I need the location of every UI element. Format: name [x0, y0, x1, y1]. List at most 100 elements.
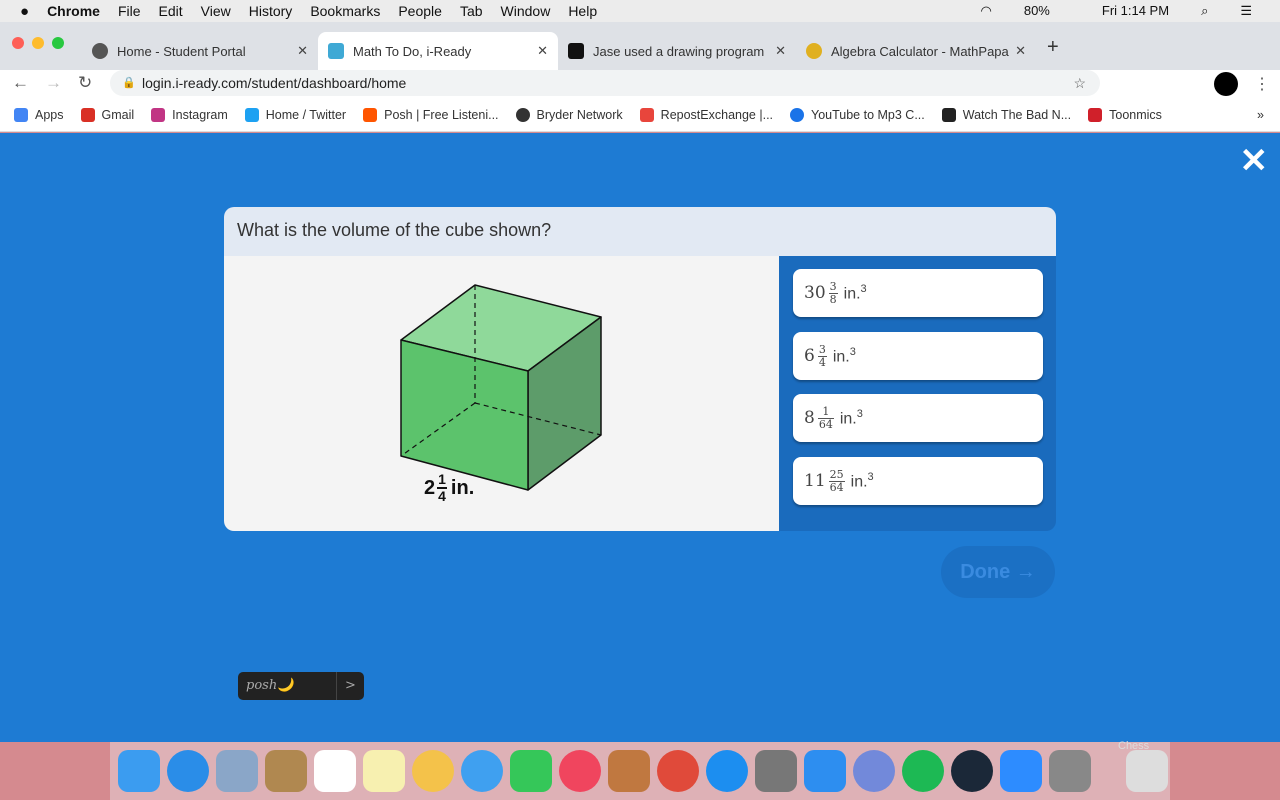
- menu-tab[interactable]: Tab: [460, 3, 483, 19]
- close-tab-icon[interactable]: ✕: [297, 43, 308, 59]
- close-tab-icon[interactable]: ✕: [1015, 43, 1026, 59]
- forward-icon[interactable]: →: [45, 73, 62, 93]
- wifi-icon[interactable]: ◠: [981, 3, 992, 19]
- tab-iready[interactable]: Math To Do, i-Ready ✕: [318, 32, 558, 70]
- messages-icon[interactable]: [461, 750, 503, 792]
- bookmark-apps[interactable]: Apps: [14, 107, 64, 122]
- bryder-icon: [515, 107, 530, 122]
- window-controls: [12, 37, 64, 49]
- music-icon[interactable]: [559, 750, 601, 792]
- calculator-icon[interactable]: [1049, 750, 1091, 792]
- globe-icon: [92, 43, 108, 59]
- address-bar: ← → ↻ 🔒 login.i-ready.com/student/dashbo…: [0, 70, 1280, 98]
- bookmark-posh[interactable]: Posh | Free Listeni...: [363, 107, 499, 122]
- close-window-button[interactable]: [12, 37, 24, 49]
- bookmark-repostexchange[interactable]: RepostExchange |...: [639, 107, 773, 122]
- menu-bar: ● Chrome File Edit View History Bookmark…: [0, 0, 1280, 22]
- menu-help[interactable]: Help: [568, 3, 597, 19]
- back-icon[interactable]: ←: [12, 73, 29, 93]
- cube-diagram: [400, 284, 602, 491]
- download-icon: [790, 107, 805, 122]
- bookmark-bryder[interactable]: Bryder Network: [515, 107, 623, 122]
- tumblr-icon: [941, 107, 956, 122]
- menu-people[interactable]: People: [398, 3, 442, 19]
- profile-avatar[interactable]: [1214, 72, 1238, 96]
- bookmark-youtube-mp3[interactable]: YouTube to Mp3 C...: [790, 107, 925, 122]
- done-button[interactable]: Done →: [941, 546, 1055, 598]
- menu-icon[interactable]: ☰: [1240, 3, 1252, 19]
- chrome-icon[interactable]: [657, 750, 699, 792]
- iready-icon: [328, 43, 344, 59]
- soundcloud-icon: [363, 107, 378, 122]
- menu-history[interactable]: History: [249, 3, 293, 19]
- menu-edit[interactable]: Edit: [159, 3, 183, 19]
- reload-icon[interactable]: ↻: [78, 73, 92, 93]
- notes-icon[interactable]: [363, 750, 405, 792]
- answer-option-3[interactable]: 8 1 64 in.3: [793, 394, 1043, 442]
- edge-length-label: 2 14 in.: [424, 471, 475, 504]
- more-icon[interactable]: ⋮: [1254, 74, 1270, 94]
- facetime-icon[interactable]: [510, 750, 552, 792]
- apps-icon: [14, 107, 28, 122]
- question-text: What is the volume of the cube shown?: [224, 207, 1056, 256]
- answer-option-4[interactable]: 11 25 64 in.3: [793, 457, 1043, 505]
- trash-icon[interactable]: [1126, 750, 1169, 792]
- menu-file[interactable]: File: [118, 3, 141, 19]
- url-input[interactable]: 🔒 login.i-ready.com/student/dashboard/ho…: [110, 70, 1100, 96]
- clock[interactable]: Fri 1:14 PM: [1102, 3, 1169, 19]
- posh-widget[interactable]: posh🌙 >: [238, 672, 364, 700]
- close-lesson-icon[interactable]: ✕: [1240, 141, 1269, 181]
- menu-view[interactable]: View: [201, 3, 231, 19]
- bookmark-gmail[interactable]: Gmail: [80, 107, 134, 122]
- mathpapa-icon: [806, 43, 822, 59]
- minimize-window-button[interactable]: [32, 37, 44, 49]
- bookmarks-bar: Apps Gmail Instagram Home / Twitter Posh…: [0, 98, 1280, 132]
- more-bookmarks-icon[interactable]: »: [1257, 108, 1264, 122]
- tab-student-portal[interactable]: Home - Student Portal ✕: [82, 32, 318, 70]
- photos-icon[interactable]: [412, 750, 454, 792]
- search-icon[interactable]: ⌕: [1201, 3, 1208, 19]
- apple-icon[interactable]: ●: [20, 3, 29, 20]
- tab-bar: Home - Student Portal ✕ Math To Do, i-Rea…: [0, 22, 1280, 70]
- tab-brainly[interactable]: Jase used a drawing program c ✕: [558, 32, 796, 70]
- bookmark-watch[interactable]: Watch The Bad N...: [941, 107, 1071, 122]
- twitter-icon: [244, 107, 259, 122]
- maximize-window-button[interactable]: [52, 37, 64, 49]
- calendar-icon[interactable]: [314, 750, 356, 792]
- lock-icon: 🔒: [122, 77, 136, 89]
- mail-icon[interactable]: [216, 750, 258, 792]
- menu-bookmarks[interactable]: Bookmarks: [310, 3, 380, 19]
- close-tab-icon[interactable]: ✕: [775, 43, 786, 59]
- system-preferences-icon[interactable]: [755, 750, 797, 792]
- iready-page: ✕ What is the volume of the cube shown? …: [0, 133, 1280, 742]
- app-store-icon[interactable]: [706, 750, 748, 792]
- tab-mathpapa[interactable]: Algebra Calculator - MathPapa ✕: [796, 32, 1036, 70]
- finder-icon[interactable]: [118, 750, 160, 792]
- safari-icon[interactable]: [167, 750, 209, 792]
- menu-app[interactable]: Chrome: [47, 3, 100, 19]
- bookmark-star-icon[interactable]: ☆: [1073, 70, 1086, 96]
- zoom-icon[interactable]: [1000, 750, 1042, 792]
- battery-text[interactable]: 80%: [1024, 3, 1050, 19]
- roblox-icon[interactable]: [804, 750, 846, 792]
- discord-icon[interactable]: [853, 750, 895, 792]
- gmail-icon: [80, 107, 95, 122]
- garageband-icon[interactable]: [608, 750, 650, 792]
- contacts-icon[interactable]: [265, 750, 307, 792]
- new-tab-button[interactable]: +: [1047, 36, 1059, 59]
- question-card: What is the volume of the cube shown? 2 …: [224, 207, 1056, 531]
- answer-option-1[interactable]: 30 3 8 in.3: [793, 269, 1043, 317]
- dock: Chess: [110, 740, 1170, 800]
- spotify-icon[interactable]: [902, 750, 944, 792]
- menu-window[interactable]: Window: [501, 3, 551, 19]
- bookmark-instagram[interactable]: Instagram: [151, 107, 228, 122]
- brainly-icon: [568, 43, 584, 59]
- repost-icon: [639, 107, 654, 122]
- steam-icon[interactable]: [951, 750, 993, 792]
- toonmics-icon: [1088, 107, 1103, 122]
- answer-option-2[interactable]: 6 3 4 in.3: [793, 332, 1043, 380]
- posh-expand-button[interactable]: >: [336, 672, 364, 700]
- close-tab-icon[interactable]: ✕: [537, 43, 548, 59]
- bookmark-toonmics[interactable]: Toonmics: [1088, 107, 1162, 122]
- bookmark-twitter[interactable]: Home / Twitter: [244, 107, 346, 122]
